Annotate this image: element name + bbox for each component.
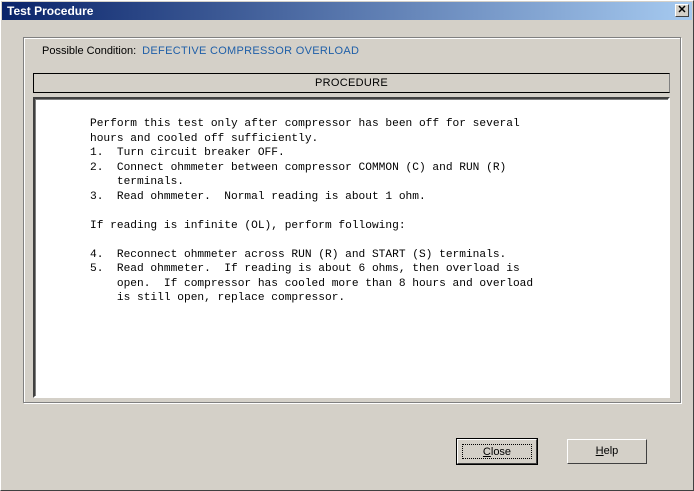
condition-label: Possible Condition: bbox=[42, 45, 137, 57]
possible-condition: Possible Condition: DEFECTIVE COMPRESSOR … bbox=[42, 45, 359, 57]
title-bar[interactable]: Test Procedure ✕ bbox=[2, 2, 692, 20]
help-label-rest: elp bbox=[603, 445, 619, 457]
help-button[interactable]: Help bbox=[567, 439, 647, 464]
close-label-rest: lose bbox=[490, 446, 512, 458]
close-hotkey: C bbox=[482, 446, 491, 458]
condition-value: DEFECTIVE COMPRESSOR OVERLOAD bbox=[142, 45, 360, 57]
close-button[interactable]: Close bbox=[456, 438, 538, 465]
test-procedure-dialog: Test Procedure ✕ Possible Condition: DEFE… bbox=[0, 0, 694, 491]
procedure-textbox[interactable]: Perform this test only after compressor … bbox=[33, 97, 670, 398]
close-window-icon[interactable]: ✕ bbox=[675, 4, 689, 17]
help-hotkey: H bbox=[595, 445, 604, 457]
window-title: Test Procedure bbox=[7, 4, 94, 18]
procedure-header: PROCEDURE bbox=[33, 73, 670, 93]
procedure-text: Perform this test only after compressor … bbox=[90, 118, 534, 304]
